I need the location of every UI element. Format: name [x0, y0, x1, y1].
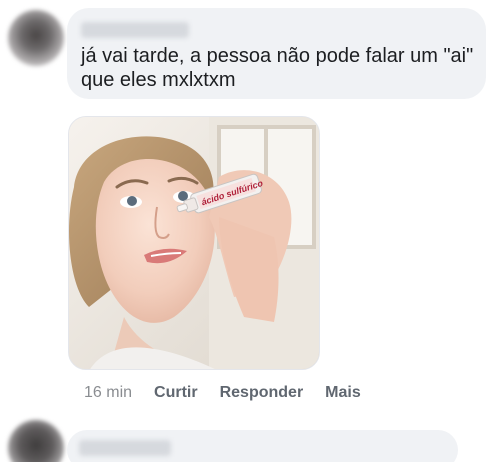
- comment-image[interactable]: ácido sulfúrico: [68, 116, 320, 370]
- next-commenter-name-redacted[interactable]: [79, 440, 171, 456]
- commenter-avatar[interactable]: [8, 10, 64, 66]
- comment-timestamp[interactable]: 16 min: [84, 383, 132, 403]
- like-button[interactable]: Curtir: [154, 383, 198, 403]
- next-commenter-avatar[interactable]: [8, 420, 64, 462]
- comment-bubble: já vai tarde, a pessoa não pode falar um…: [67, 8, 486, 99]
- commenter-name-redacted[interactable]: [81, 22, 189, 38]
- reply-button[interactable]: Responder: [220, 383, 304, 403]
- comment-text: já vai tarde, a pessoa não pode falar um…: [81, 45, 474, 91]
- more-button[interactable]: Mais: [325, 383, 361, 403]
- comment-actions: 16 min Curtir Responder Mais: [84, 383, 361, 403]
- next-comment-bubble: [67, 430, 458, 462]
